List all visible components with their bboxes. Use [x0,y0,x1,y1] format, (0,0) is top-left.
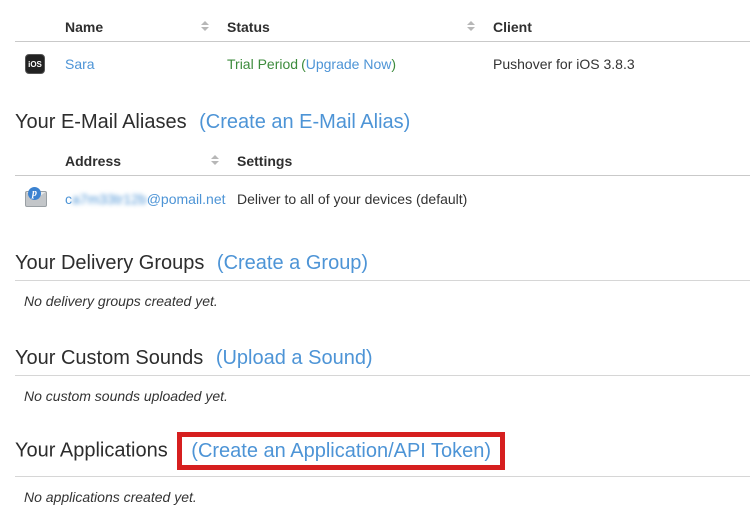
device-status-cell: Trial Period(Upgrade Now) [227,42,493,89]
column-header-name-label: Name [65,19,103,35]
device-platform-cell: iOS [15,42,65,89]
device-row: iOS Sara Trial Period(Upgrade Now) Pusho… [15,42,750,89]
device-name-link[interactable]: Sara [65,56,95,72]
delivery-groups-heading: Your Delivery Groups (Create a Group) [15,252,750,274]
alias-address-cell: ca7m33tr12b@pomail.net [65,176,237,225]
column-header-settings: Settings [237,149,750,176]
email-aliases-heading: Your E-Mail Aliases (Create an E-Mail Al… [15,111,750,133]
column-header-status[interactable]: Status [227,15,493,42]
create-email-alias-link[interactable]: (Create an E-Mail Alias) [199,111,410,133]
status-text: Trial Period [227,56,298,72]
email-aliases-heading-label: Your E-Mail Aliases [15,111,187,133]
aliases-table-header-row: Address Settings [15,149,750,176]
pushover-dashboard-page: Name Status Client iOS Sara [0,0,750,505]
upload-sound-link[interactable]: (Upload a Sound) [216,347,373,369]
column-header-client-label: Client [493,19,532,35]
column-header-status-label: Status [227,19,270,35]
pushover-logo-icon: p [28,187,41,200]
devices-icon-column-header [15,15,65,42]
envelope-icon: p [25,190,47,207]
sort-icon[interactable] [201,21,209,31]
email-alias-row: p ca7m33tr12b@pomail.net Deliver to all … [15,176,750,225]
email-domain: @pomail.net [147,191,226,207]
applications-heading-label: Your Applications [15,439,168,461]
email-prefix: c [65,191,72,207]
section-divider [15,476,750,477]
sort-icon[interactable] [211,155,219,165]
column-header-client[interactable]: Client [493,15,750,42]
alias-settings-cell: Deliver to all of your devices (default) [237,176,750,225]
applications-empty-text: No applications created yet. [24,489,750,505]
create-group-link[interactable]: (Create a Group) [217,252,368,274]
devices-table-header-row: Name Status Client [15,15,750,42]
custom-sounds-heading-label: Your Custom Sounds [15,347,203,369]
email-redacted-part: a7m33tr12b [72,191,147,207]
aliases-icon-column-header [15,149,65,176]
device-name-cell: Sara [65,42,227,89]
section-divider [15,280,750,281]
alias-icon-cell: p [15,176,65,225]
email-aliases-table: Address Settings p ca7m33tr12b@pomail.ne… [15,149,750,224]
column-header-address-label: Address [65,153,121,169]
delivery-groups-empty-text: No delivery groups created yet. [24,293,750,309]
sort-icon[interactable] [467,21,475,31]
column-header-settings-label: Settings [237,153,292,169]
paren-close: ) [391,56,396,72]
section-divider [15,375,750,376]
custom-sounds-heading: Your Custom Sounds (Upload a Sound) [15,347,750,369]
ios-platform-icon: iOS [25,54,45,74]
upgrade-now-link[interactable]: Upgrade Now [306,56,392,72]
annotation-red-box: (Create an Application/API Token) [177,432,505,470]
email-alias-link[interactable]: ca7m33tr12b@pomail.net [65,191,226,207]
device-client-cell: Pushover for iOS 3.8.3 [493,42,750,89]
delivery-groups-heading-label: Your Delivery Groups [15,252,204,274]
column-header-address[interactable]: Address [65,149,237,176]
applications-heading: Your Applications (Create an Application… [15,432,750,470]
create-application-api-token-link[interactable]: (Create an Application/API Token) [191,440,491,462]
devices-table: Name Status Client iOS Sara [15,15,750,88]
column-header-name[interactable]: Name [65,15,227,42]
custom-sounds-empty-text: No custom sounds uploaded yet. [24,388,750,404]
